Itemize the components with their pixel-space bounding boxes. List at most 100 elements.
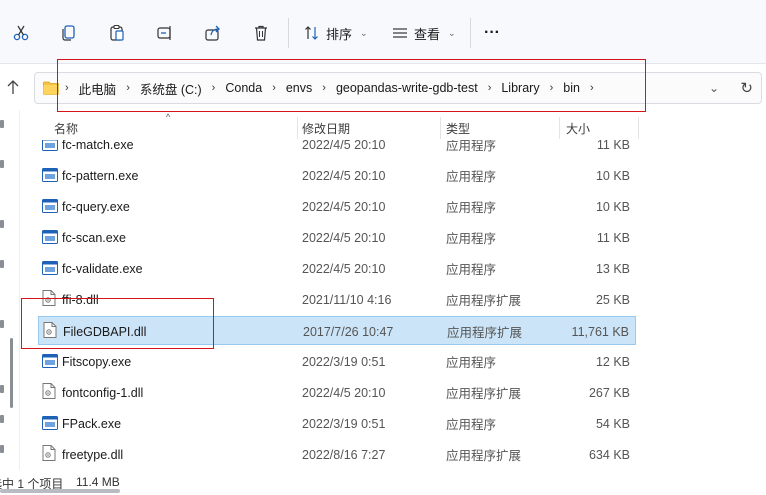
sort-button[interactable]: 排序 ⌄: [304, 20, 368, 46]
file-size: 25 KB: [595, 292, 630, 307]
file-size: 54 KB: [595, 416, 630, 431]
file-row[interactable]: fc-query.exe 2022/4/5 20:10 应用程序 10 KB: [38, 192, 636, 221]
file-size: 11 KB: [596, 230, 630, 245]
crumb-envs[interactable]: envs: [286, 81, 312, 95]
exe-file-icon: [42, 230, 58, 244]
file-row[interactable]: fc-validate.exe 2022/4/5 20:10 应用程序 13 KB: [38, 254, 636, 283]
chevron-right-icon[interactable]: ›: [590, 82, 594, 94]
chevron-right-icon[interactable]: ›: [272, 82, 276, 94]
file-row[interactable]: Fitscopy.exe 2022/3/19 0:51 应用程序 12 KB: [38, 347, 636, 376]
chevron-right-icon[interactable]: ›: [322, 82, 326, 94]
column-divider[interactable]: [559, 117, 560, 139]
exe-file-icon: [42, 354, 58, 368]
file-modified-date: 2022/4/5 20:10: [302, 261, 386, 276]
file-name: fc-match.exe: [62, 140, 134, 152]
column-header-size[interactable]: 大小: [566, 116, 636, 140]
file-list: fc-match.exe 2022/4/5 20:10 应用程序 11 KB fc-pa…: [38, 140, 638, 470]
file-modified-date: 2022/3/19 0:51: [302, 354, 386, 369]
file-modified-date: 2022/4/5 20:10: [302, 140, 386, 152]
breadcrumb: › 此电脑 › 系统盘 (C:) › Conda › envs › geopan…: [65, 73, 604, 103]
crumb-system-drive[interactable]: 系统盘 (C:): [140, 79, 202, 98]
file-name: Fitscopy.exe: [62, 354, 132, 369]
file-name: fc-pattern.exe: [62, 168, 139, 183]
chevron-right-icon[interactable]: ›: [488, 82, 492, 94]
column-header-name[interactable]: 名称: [54, 116, 294, 140]
file-name: FPack.exe: [62, 416, 122, 431]
chevron-right-icon[interactable]: ›: [126, 82, 130, 94]
delete-icon[interactable]: [248, 20, 274, 46]
navigation-row: › 此电脑 › 系统盘 (C:) › Conda › envs › geopan…: [0, 64, 766, 110]
chevron-down-icon[interactable]: ⌄: [709, 81, 719, 95]
file-row[interactable]: FileGDBAPI.dll 2017/7/26 10:47 应用程序扩展 11,76…: [38, 316, 636, 345]
share-icon[interactable]: [200, 20, 226, 46]
file-modified-date: 2022/4/5 20:10: [302, 230, 386, 245]
paste-icon[interactable]: [104, 20, 130, 46]
file-row[interactable]: fc-pattern.exe 2022/4/5 20:10 应用程序 10 KB: [38, 161, 636, 190]
refresh-icon[interactable]: ↻: [740, 79, 753, 97]
file-size: 11 KB: [596, 140, 630, 152]
nav-pane-fragment: [0, 220, 4, 228]
selection-size: 11.4 MB: [76, 475, 120, 489]
file-name: fontconfig-1.dll: [62, 385, 144, 400]
file-modified-date: 2017/7/26 10:47: [303, 324, 394, 339]
file-type: 应用程序: [446, 263, 497, 277]
column-divider[interactable]: [638, 117, 639, 139]
sort-icon: [305, 26, 318, 40]
view-label: 查看: [414, 26, 441, 42]
file-name: ffi-8.dll: [62, 292, 99, 307]
chevron-right-icon[interactable]: ›: [550, 82, 554, 94]
file-modified-date: 2022/4/5 20:10: [302, 168, 386, 183]
file-size: 12 KB: [595, 354, 630, 369]
file-row[interactable]: FPack.exe 2022/3/19 0:51 应用程序 54 KB: [38, 409, 636, 438]
file-row[interactable]: ffi-8.dll 2021/11/10 4:16 应用程序扩展 25 KB: [38, 285, 636, 314]
file-size: 10 KB: [595, 199, 630, 214]
file-modified-date: 2021/11/10 4:16: [302, 292, 392, 307]
file-type: 应用程序扩展: [446, 387, 522, 401]
file-modified-date: 2022/8/16 7:27: [302, 447, 386, 462]
view-icon: [393, 28, 407, 38]
copy-icon[interactable]: [56, 20, 82, 46]
dll-file-icon: [42, 383, 58, 399]
nav-pane-fragment: [0, 445, 4, 453]
dll-file-icon: [42, 290, 58, 306]
exe-file-icon: [42, 140, 58, 151]
column-header-date[interactable]: 修改日期: [302, 116, 438, 140]
file-modified-date: 2022/3/19 0:51: [302, 416, 386, 431]
column-header-type-label: 类型: [446, 121, 471, 136]
cut-icon[interactable]: [8, 20, 34, 46]
crumb-env-name[interactable]: geopandas-write-gdb-test: [336, 81, 478, 95]
file-name: fc-query.exe: [62, 199, 130, 214]
file-name: freetype.dll: [62, 447, 124, 462]
command-bar: 排序 ⌄ 查看 ⌄ ···: [0, 0, 766, 64]
crumb-library[interactable]: Library: [501, 81, 539, 95]
crumb-conda[interactable]: Conda: [225, 81, 262, 95]
sort-label: 排序: [326, 26, 353, 42]
folder-icon: [43, 81, 59, 95]
file-type: 应用程序: [446, 232, 497, 246]
nav-pane-fragment: [0, 160, 4, 168]
column-divider[interactable]: [297, 117, 298, 139]
column-header-type[interactable]: 类型: [446, 116, 556, 140]
nav-pane-scrollbar[interactable]: [10, 338, 13, 408]
exe-file-icon: [42, 168, 58, 182]
address-bar[interactable]: › 此电脑 › 系统盘 (C:) › Conda › envs › geopan…: [34, 72, 762, 104]
file-type: 应用程序: [446, 356, 497, 370]
up-arrow-icon[interactable]: [4, 76, 22, 98]
more-options-button[interactable]: ···: [484, 20, 500, 46]
file-row[interactable]: fc-match.exe 2022/4/5 20:10 应用程序 11 KB: [38, 140, 636, 159]
chevron-right-icon[interactable]: ›: [65, 82, 69, 94]
file-row[interactable]: fc-scan.exe 2022/4/5 20:10 应用程序 11 KB: [38, 223, 636, 252]
file-row[interactable]: fontconfig-1.dll 2022/4/5 20:10 应用程序扩展 267 …: [38, 378, 636, 407]
column-header-date-label: 修改日期: [302, 121, 351, 136]
crumb-bin[interactable]: bin: [563, 81, 580, 95]
file-row[interactable]: freetype.dll 2022/8/16 7:27 应用程序扩展 634 KB: [38, 440, 636, 469]
column-divider[interactable]: [440, 117, 441, 139]
nav-pane-fragment: [0, 385, 4, 393]
rename-icon[interactable]: [152, 20, 178, 46]
horizontal-scrollbar[interactable]: [0, 489, 120, 493]
file-name: fc-validate.exe: [62, 261, 143, 276]
view-button[interactable]: 查看 ⌄: [392, 20, 456, 46]
dll-file-icon: [42, 445, 58, 461]
crumb-this-pc[interactable]: 此电脑: [79, 79, 117, 98]
chevron-right-icon[interactable]: ›: [212, 82, 216, 94]
